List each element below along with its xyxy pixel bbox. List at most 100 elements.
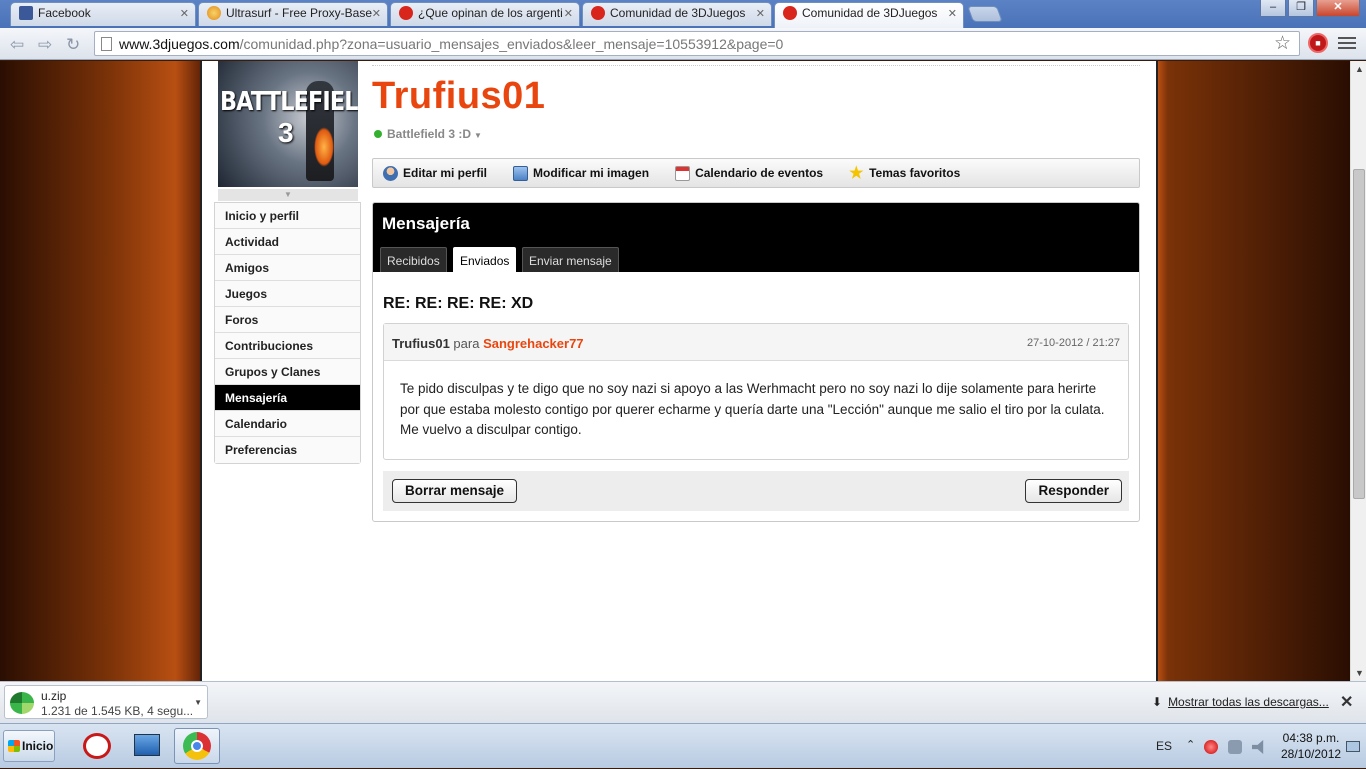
show-all-label: Mostrar todas las descargas... bbox=[1168, 695, 1329, 709]
start-label: Inicio bbox=[22, 739, 54, 753]
close-tab-icon[interactable]: ✕ bbox=[564, 7, 573, 20]
favorite-topics-button[interactable]: ★ Temas favoritos bbox=[849, 165, 961, 181]
events-calendar-button[interactable]: Calendario de eventos bbox=[675, 165, 824, 181]
tab-enviar-mensaje[interactable]: Enviar mensaje bbox=[522, 247, 619, 272]
sidebar-item-preferencias[interactable]: Preferencias bbox=[215, 437, 360, 463]
cover-title: BATTLEFIELD bbox=[220, 87, 358, 117]
download-shelf: u.zip 1.231 de 1.545 KB, 4 segu... ▼ ⬇ Mo… bbox=[0, 681, 1366, 723]
events-calendar-label: Calendario de eventos bbox=[695, 166, 824, 180]
facebook-icon bbox=[19, 6, 33, 20]
cover-toggle[interactable]: ▼ bbox=[218, 189, 358, 201]
tab-title: Comunidad de 3DJuegos bbox=[610, 6, 746, 20]
sidebar-item-actividad[interactable]: Actividad bbox=[215, 229, 360, 255]
maximize-button[interactable]: ❐ bbox=[1288, 0, 1314, 17]
new-tab-button[interactable] bbox=[967, 6, 1003, 22]
browser-tab-facebook[interactable]: Facebook ✕ bbox=[10, 2, 196, 26]
ultrasurf-icon bbox=[207, 6, 221, 20]
download-item[interactable]: u.zip 1.231 de 1.545 KB, 4 segu... ▼ bbox=[4, 685, 208, 719]
browser-tab-comunidad-active[interactable]: Comunidad de 3DJuegos ✕ bbox=[774, 2, 964, 28]
close-shelf-icon[interactable]: ✕ bbox=[1340, 692, 1353, 712]
close-window-button[interactable]: ✕ bbox=[1316, 0, 1360, 17]
zip-file-icon bbox=[10, 692, 34, 714]
forward-icon[interactable]: ⇨ bbox=[38, 35, 52, 55]
message-sender[interactable]: Trufius01 bbox=[392, 336, 450, 351]
taskbar-app-ultrasurf[interactable] bbox=[74, 728, 120, 764]
show-all-downloads-link[interactable]: ⬇ Mostrar todas las descargas... bbox=[1152, 695, 1329, 709]
tab-recibidos[interactable]: Recibidos bbox=[380, 247, 447, 272]
sidebar-item-grupos[interactable]: Grupos y Clanes bbox=[215, 359, 360, 385]
minimize-button[interactable]: – bbox=[1260, 0, 1286, 17]
page-scrollbar[interactable]: ▲ ▼ bbox=[1350, 61, 1366, 681]
calendar-icon bbox=[675, 165, 691, 181]
tab-title: ¿Que opinan de los argenti bbox=[418, 6, 563, 20]
sidebar-item-calendario[interactable]: Calendario bbox=[215, 411, 360, 437]
browser-tab-ultrasurf[interactable]: Ultrasurf - Free Proxy-Base ✕ bbox=[198, 2, 388, 26]
message-subject: RE: RE: RE: RE: XD bbox=[383, 295, 534, 312]
close-tab-icon[interactable]: ✕ bbox=[372, 7, 381, 20]
tab-title: Facebook bbox=[38, 6, 91, 20]
system-tray: ES ⌃ 04:38 p.m. 28/10/2012 bbox=[1148, 724, 1366, 769]
download-progress: 1.231 de 1.545 KB, 4 segu... bbox=[41, 704, 194, 718]
show-hidden-icons-icon[interactable]: ⌃ bbox=[1186, 738, 1195, 751]
profile-username: Trufius01 bbox=[372, 75, 546, 117]
sidebar: Inicio y perfil Actividad Amigos Juegos … bbox=[214, 202, 361, 464]
delete-message-button[interactable]: Borrar mensaje bbox=[392, 479, 518, 503]
close-tab-icon[interactable]: ✕ bbox=[948, 7, 957, 20]
menu-icon[interactable] bbox=[1338, 34, 1356, 50]
sidebar-item-juegos[interactable]: Juegos bbox=[215, 281, 360, 307]
bookmark-star-icon[interactable]: ☆ bbox=[1274, 32, 1291, 55]
window-controls: – ❐ ✕ bbox=[1260, 0, 1360, 18]
windows-logo-icon bbox=[8, 740, 20, 752]
tray-app-icon[interactable] bbox=[1204, 740, 1218, 754]
extension-stop-icon[interactable]: ■ bbox=[1308, 33, 1328, 53]
edit-profile-button[interactable]: Editar mi perfil bbox=[383, 165, 487, 181]
sidebar-item-foros[interactable]: Foros bbox=[215, 307, 360, 333]
show-desktop-button[interactable] bbox=[1346, 741, 1360, 752]
page-background-right bbox=[1150, 61, 1350, 681]
scrollbar-thumb[interactable] bbox=[1353, 169, 1365, 499]
change-image-button[interactable]: Modificar mi imagen bbox=[513, 165, 649, 181]
back-icon[interactable]: ⇦ bbox=[10, 35, 24, 55]
game-cover-image[interactable]: BATTLEFIELD 3 bbox=[218, 61, 358, 187]
browser-tab-opinan[interactable]: ¿Que opinan de los argenti ✕ bbox=[390, 2, 580, 26]
network-icon[interactable] bbox=[1228, 740, 1242, 754]
messaging-header: Mensajería Recibidos Enviados Enviar men… bbox=[373, 203, 1139, 272]
clock[interactable]: 04:38 p.m. 28/10/2012 bbox=[1281, 730, 1341, 762]
scroll-up-icon[interactable]: ▲ bbox=[1355, 64, 1364, 74]
message-card: Trufius01 para Sangrehacker77 27-10-2012… bbox=[383, 323, 1129, 460]
favorite-topics-label: Temas favoritos bbox=[869, 166, 961, 180]
sidebar-item-inicio[interactable]: Inicio y perfil bbox=[215, 203, 360, 229]
message-header: Trufius01 para Sangrehacker77 27-10-2012… bbox=[384, 324, 1128, 361]
taskbar: Inicio ES ⌃ 04:38 p.m. 28/10/2012 bbox=[0, 723, 1366, 768]
ultrasurf-app-icon bbox=[83, 733, 111, 759]
download-filename: u.zip bbox=[41, 689, 67, 703]
clock-date: 28/10/2012 bbox=[1281, 747, 1342, 761]
address-bar[interactable]: www.3djuegos.com/comunidad.php?zona=usua… bbox=[94, 31, 1300, 56]
image-icon bbox=[513, 165, 529, 181]
reload-icon[interactable]: ↻ bbox=[66, 35, 80, 55]
sidebar-item-contribuciones[interactable]: Contribuciones bbox=[215, 333, 360, 359]
taskbar-app-explorer[interactable] bbox=[124, 728, 170, 764]
language-indicator[interactable]: ES bbox=[1156, 739, 1172, 753]
chevron-down-icon[interactable]: ▼ bbox=[194, 698, 202, 707]
browser-tab-comunidad[interactable]: Comunidad de 3DJuegos ✕ bbox=[582, 2, 772, 26]
message-recipient[interactable]: Sangrehacker77 bbox=[483, 336, 583, 351]
sidebar-item-amigos[interactable]: Amigos bbox=[215, 255, 360, 281]
profile-status[interactable]: Battlefield 3 :D ▼ bbox=[374, 127, 482, 141]
browser-toolbar: ⇦ ⇨ ↻ www.3djuegos.com/comunidad.php?zon… bbox=[0, 28, 1366, 60]
tab-title: Ultrasurf - Free Proxy-Base bbox=[226, 6, 373, 20]
scroll-down-icon[interactable]: ▼ bbox=[1355, 668, 1364, 678]
volume-icon[interactable] bbox=[1252, 740, 1264, 754]
divider bbox=[372, 65, 1140, 66]
tab-enviados[interactable]: Enviados bbox=[453, 247, 517, 272]
fire-glow bbox=[314, 127, 334, 167]
url-path: /comunidad.php?zona=usuario_mensajes_env… bbox=[239, 36, 784, 52]
taskbar-app-chrome[interactable] bbox=[174, 728, 220, 764]
start-button[interactable]: Inicio bbox=[3, 730, 55, 762]
close-tab-icon[interactable]: ✕ bbox=[180, 7, 189, 20]
user-edit-icon bbox=[383, 165, 398, 181]
sidebar-item-mensajeria[interactable]: Mensajería bbox=[215, 385, 360, 411]
download-arrow-icon: ⬇ bbox=[1152, 695, 1163, 709]
reply-button[interactable]: Responder bbox=[1025, 479, 1122, 503]
close-tab-icon[interactable]: ✕ bbox=[756, 7, 765, 20]
